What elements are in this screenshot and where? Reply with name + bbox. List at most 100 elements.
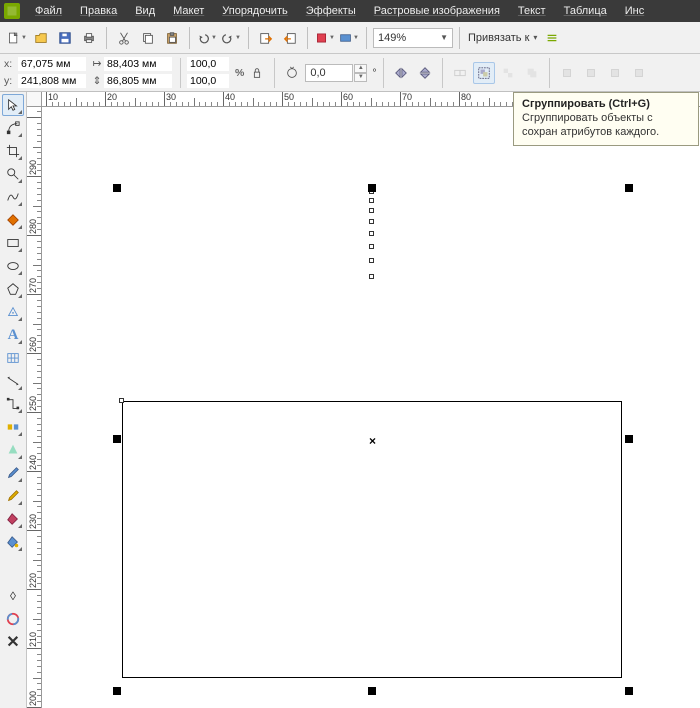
polygon-tool[interactable] [2,278,24,300]
fill-tool[interactable] [2,508,24,530]
control-point[interactable] [369,231,374,236]
width-value[interactable]: 88,403 мм [104,57,172,71]
control-point[interactable] [369,219,374,224]
rotation-value: 0,0 [310,67,325,79]
snap-label-text: Привязать к [468,32,529,44]
cut-button[interactable] [113,27,135,49]
options-button[interactable] [541,27,563,49]
combine-button [521,62,543,84]
save-button[interactable] [54,27,76,49]
selection-handle-tm[interactable] [368,184,376,192]
interactive-fill-tool[interactable] [2,531,24,553]
open-button[interactable] [30,27,52,49]
position-block: x: 67,075 мм y: 241,808 мм [4,56,86,89]
degree-symbol: ° [372,67,376,79]
mirror-h-button[interactable] [390,62,412,84]
menu-table[interactable]: Таблица [555,5,616,17]
dimension-tool[interactable] [2,370,24,392]
height-value[interactable]: 86,805 мм [104,74,172,88]
rotation-input[interactable]: 0,0 [305,64,353,82]
transparency-tool[interactable] [2,439,24,461]
tooltip: Сгруппировать (Ctrl+G) Сгруппировать объ… [513,92,699,146]
smart-fill-tool[interactable] [2,209,24,231]
shape-tool[interactable] [2,117,24,139]
mirror-v-button[interactable] [414,62,436,84]
selection-handle-tl[interactable] [113,184,121,192]
paste-button[interactable] [161,27,183,49]
zoom-value: 149% [378,32,406,44]
ruler-vertical[interactable]: 200210220230240250260270280290 [27,107,42,708]
blend-tool[interactable] [2,416,24,438]
publish-button[interactable]: ▼ [314,27,336,49]
no-fill-icon[interactable]: ◊ [2,585,24,607]
undo-button[interactable]: ▼ [196,27,218,49]
outline-tool[interactable] [2,485,24,507]
to-back-button [580,62,602,84]
basic-shapes-tool[interactable] [2,301,24,323]
menu-text[interactable]: Текст [509,5,555,17]
connector-tool[interactable] [2,393,24,415]
control-point[interactable] [369,208,374,213]
size-block: ↦ 88,403 мм ⇕ 86,805 мм [90,56,172,89]
selection-handle-mr[interactable] [625,435,633,443]
menu-layout[interactable]: Макет [164,5,213,17]
selection-handle-ml[interactable] [113,435,121,443]
control-point[interactable] [119,398,124,403]
print-button[interactable] [78,27,100,49]
menu-bitmaps[interactable]: Растровые изображения [365,5,509,17]
chevron-down-icon: ▾ [533,33,537,42]
text-tool[interactable]: A [2,324,24,346]
selection-handle-bm[interactable] [368,687,376,695]
menu-edit[interactable]: Правка [71,5,126,17]
scale-x-value[interactable]: 100,0 [187,57,229,71]
scale-y-value[interactable]: 100,0 [187,74,229,88]
x-value[interactable]: 67,075 мм [18,57,86,71]
lock-ratio-button[interactable] [246,62,268,84]
property-bar: x: 67,075 мм y: 241,808 мм ↦ 88,403 мм ⇕… [0,54,700,92]
spin-down-icon[interactable]: ▼ [354,73,367,82]
menu-more[interactable]: Инс [616,5,653,17]
control-point[interactable] [369,274,374,279]
import-button[interactable] [255,27,277,49]
control-point[interactable] [369,258,374,263]
table-tool[interactable] [2,347,24,369]
zoom-combo[interactable]: 149% ▼ [373,28,453,48]
zoom-tool[interactable] [2,163,24,185]
control-point[interactable] [369,198,374,203]
selection-handle-br[interactable] [625,687,633,695]
scale-block: 100,0 100,0 [187,56,229,89]
control-point[interactable] [369,244,374,249]
spin-up-icon[interactable]: ▲ [354,64,367,73]
pick-tool[interactable] [2,94,24,116]
menu-effects[interactable]: Эффекты [297,5,365,17]
redo-button[interactable]: ▼ [220,27,242,49]
launch-button[interactable]: ▼ [338,27,360,49]
y-label: y: [4,75,18,87]
ellipse-tool[interactable] [2,255,24,277]
crop-tool[interactable] [2,140,24,162]
ungroup-button [449,62,471,84]
snap-to-dropdown[interactable]: Привязать к ▾ [466,32,539,44]
freehand-tool[interactable] [2,186,24,208]
group-button[interactable] [473,62,495,84]
rotation-spinner[interactable]: ▲ ▼ [354,64,367,82]
canvas[interactable]: × [42,107,700,708]
rectangle-tool[interactable] [2,232,24,254]
selection-handle-tr[interactable] [625,184,633,192]
menu-view[interactable]: Вид [126,5,164,17]
toolbox: A ◊ ✕ [0,92,27,708]
color-cycle-icon[interactable] [2,608,24,630]
export-button[interactable] [279,27,301,49]
width-icon: ↦ [90,58,104,70]
menu-file[interactable]: Файл [26,5,71,17]
ruler-corner[interactable] [27,92,42,107]
copy-button[interactable] [137,27,159,49]
selection-handle-bl[interactable] [113,687,121,695]
menu-arrange[interactable]: Упорядочить [213,5,296,17]
y-value[interactable]: 241,808 мм [18,74,86,88]
to-front-button [556,62,578,84]
percent-symbol: % [235,67,244,79]
new-button[interactable]: ▼ [6,27,28,49]
eyedropper-tool[interactable] [2,462,24,484]
no-color-icon[interactable]: ✕ [2,631,24,653]
